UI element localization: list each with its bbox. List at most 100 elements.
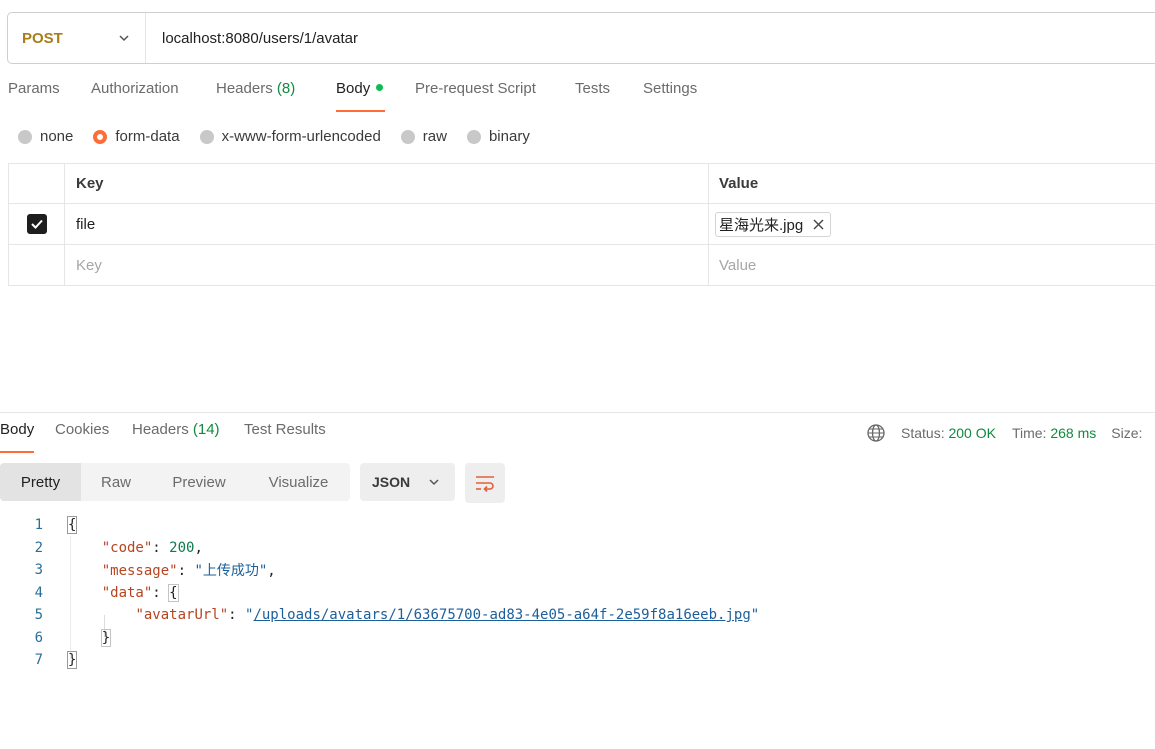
row-checkbox[interactable] — [26, 214, 47, 234]
code-line: 5 "avatarUrl": "/uploads/avatars/1/63675… — [0, 604, 760, 627]
tab-authorization[interactable]: Authorization — [91, 80, 216, 112]
globe-icon[interactable] — [866, 423, 886, 443]
url-input[interactable]: localhost:8080/users/1/avatar — [146, 30, 358, 47]
code-line: 6 } — [0, 627, 112, 650]
json-string: "上传成功" — [194, 563, 268, 580]
brace: } — [100, 628, 112, 647]
time-value[interactable]: 268 ms — [1050, 425, 1096, 441]
code-text: "code": 200, — [101, 539, 203, 556]
response-meta: Status: 200 OK Time: 268 ms Size: — [866, 423, 1142, 443]
view-label: Pretty — [20, 473, 61, 491]
table-row-empty: Key Value — [8, 245, 1155, 286]
radio-x-www-form-urlencoded[interactable]: x-www-form-urlencoded — [199, 128, 381, 145]
view-mode-group: Pretty Raw Preview Visualize — [0, 463, 350, 501]
view-pretty[interactable]: Pretty — [0, 463, 81, 501]
radio-form-data[interactable]: form-data — [93, 128, 180, 145]
chevron-down-icon — [119, 35, 129, 42]
code-line: 4 "data": { — [0, 582, 179, 605]
file-chip: 星海光来.jpg — [715, 211, 832, 237]
code-text: } — [66, 651, 78, 670]
radio-none[interactable]: none — [18, 128, 73, 145]
time-label: Time: — [1011, 425, 1047, 441]
format-label: JSON — [372, 474, 411, 490]
tab-test-results[interactable]: Test Results — [244, 421, 344, 453]
line-number: 3 — [34, 562, 43, 579]
tab-tests[interactable]: Tests — [575, 80, 643, 112]
format-select[interactable]: JSON — [360, 463, 455, 501]
tab-label: Headers — [216, 80, 273, 97]
close-icon[interactable] — [813, 219, 824, 230]
key-cell[interactable]: file — [65, 204, 709, 244]
tab-pre-request-script[interactable]: Pre-request Script — [415, 80, 575, 112]
method-select[interactable]: POST — [8, 13, 146, 63]
radio-checked-icon — [93, 129, 108, 144]
line-number: 2 — [34, 539, 43, 556]
checkmark-icon — [30, 219, 43, 229]
code-line: 1 { — [0, 514, 78, 537]
radio-label: raw — [422, 128, 447, 145]
modified-dot-icon — [376, 83, 384, 91]
value-cell[interactable]: 星海光来.jpg — [709, 204, 1155, 244]
row-check-cell — [8, 204, 65, 244]
chevron-down-icon — [429, 479, 439, 486]
tab-label: Settings — [643, 80, 698, 97]
panel-divider[interactable] — [0, 412, 1155, 413]
status-label: Status: — [901, 425, 945, 441]
radio-binary[interactable]: binary — [466, 128, 530, 145]
tab-settings[interactable]: Settings — [643, 80, 713, 112]
column-header-key: Key — [65, 164, 709, 203]
value-input[interactable]: Value — [709, 245, 1155, 285]
tab-body[interactable]: Body — [336, 80, 385, 112]
radio-circle-icon — [400, 129, 415, 144]
tab-label: Body — [0, 421, 35, 438]
tab-label: Pre-request Script — [415, 80, 536, 97]
avatar-url-link[interactable]: /uploads/avatars/1/63675700-ad83-4e05-a6… — [253, 607, 750, 623]
body-type-group: none form-data x-www-form-urlencoded raw… — [18, 128, 550, 145]
table-row: file 星海光来.jpg — [8, 204, 1155, 245]
tab-headers[interactable]: Headers (8) — [216, 80, 336, 112]
response-code[interactable]: 1 { 2 "code": 200, 3 "message": "上传成功", … — [0, 514, 760, 672]
tab-label: Cookies — [55, 421, 110, 438]
tab-count: (14) — [192, 421, 220, 438]
size-label: Size: — [1111, 425, 1143, 441]
radio-label: none — [40, 128, 74, 145]
view-preview[interactable]: Preview — [151, 463, 247, 501]
line-number: 5 — [34, 607, 43, 624]
json-key: "data" — [101, 584, 153, 601]
line-number: 6 — [34, 629, 43, 646]
code-text: "avatarUrl": "/uploads/avatars/1/6367570… — [135, 607, 760, 624]
status-value[interactable]: 200 OK — [948, 425, 995, 441]
key-input[interactable]: Key — [65, 245, 709, 285]
tab-response-body[interactable]: Body — [0, 421, 34, 453]
form-data-table: Key Value file 星海光来.jpg Key Value — [8, 163, 1155, 286]
radio-circle-icon — [199, 129, 214, 144]
code-text: { — [66, 516, 78, 535]
json-key: "message" — [101, 563, 178, 580]
file-name: 星海光来.jpg — [719, 216, 804, 234]
tab-response-headers[interactable]: Headers (14) — [132, 421, 244, 453]
brace: } — [66, 651, 78, 670]
code-text: "message": "上传成功", — [101, 563, 276, 580]
json-key: "avatarUrl" — [135, 607, 229, 624]
tab-label: Tests — [575, 80, 611, 97]
view-label: Visualize — [268, 473, 329, 491]
request-bar: POST localhost:8080/users/1/avatar — [7, 12, 1155, 64]
line-number: 1 — [34, 517, 43, 534]
code-line: 2 "code": 200, — [0, 537, 203, 560]
table-header-row: Key Value — [8, 163, 1155, 204]
tab-label: Params — [8, 80, 60, 97]
view-raw[interactable]: Raw — [81, 463, 151, 501]
radio-raw[interactable]: raw — [400, 128, 447, 145]
radio-label: form-data — [115, 128, 180, 145]
tab-params[interactable]: Params — [8, 80, 91, 112]
tab-count: (8) — [276, 80, 296, 97]
code-line: 7 } — [0, 649, 78, 672]
code-text: } — [68, 628, 112, 647]
line-number: 4 — [34, 584, 43, 601]
view-label: Preview — [172, 473, 226, 491]
view-visualize[interactable]: Visualize — [247, 463, 350, 501]
header-check-cell — [8, 164, 65, 203]
tab-label: Authorization — [91, 80, 179, 97]
wrap-lines-button[interactable] — [465, 463, 505, 503]
tab-cookies[interactable]: Cookies — [55, 421, 132, 453]
